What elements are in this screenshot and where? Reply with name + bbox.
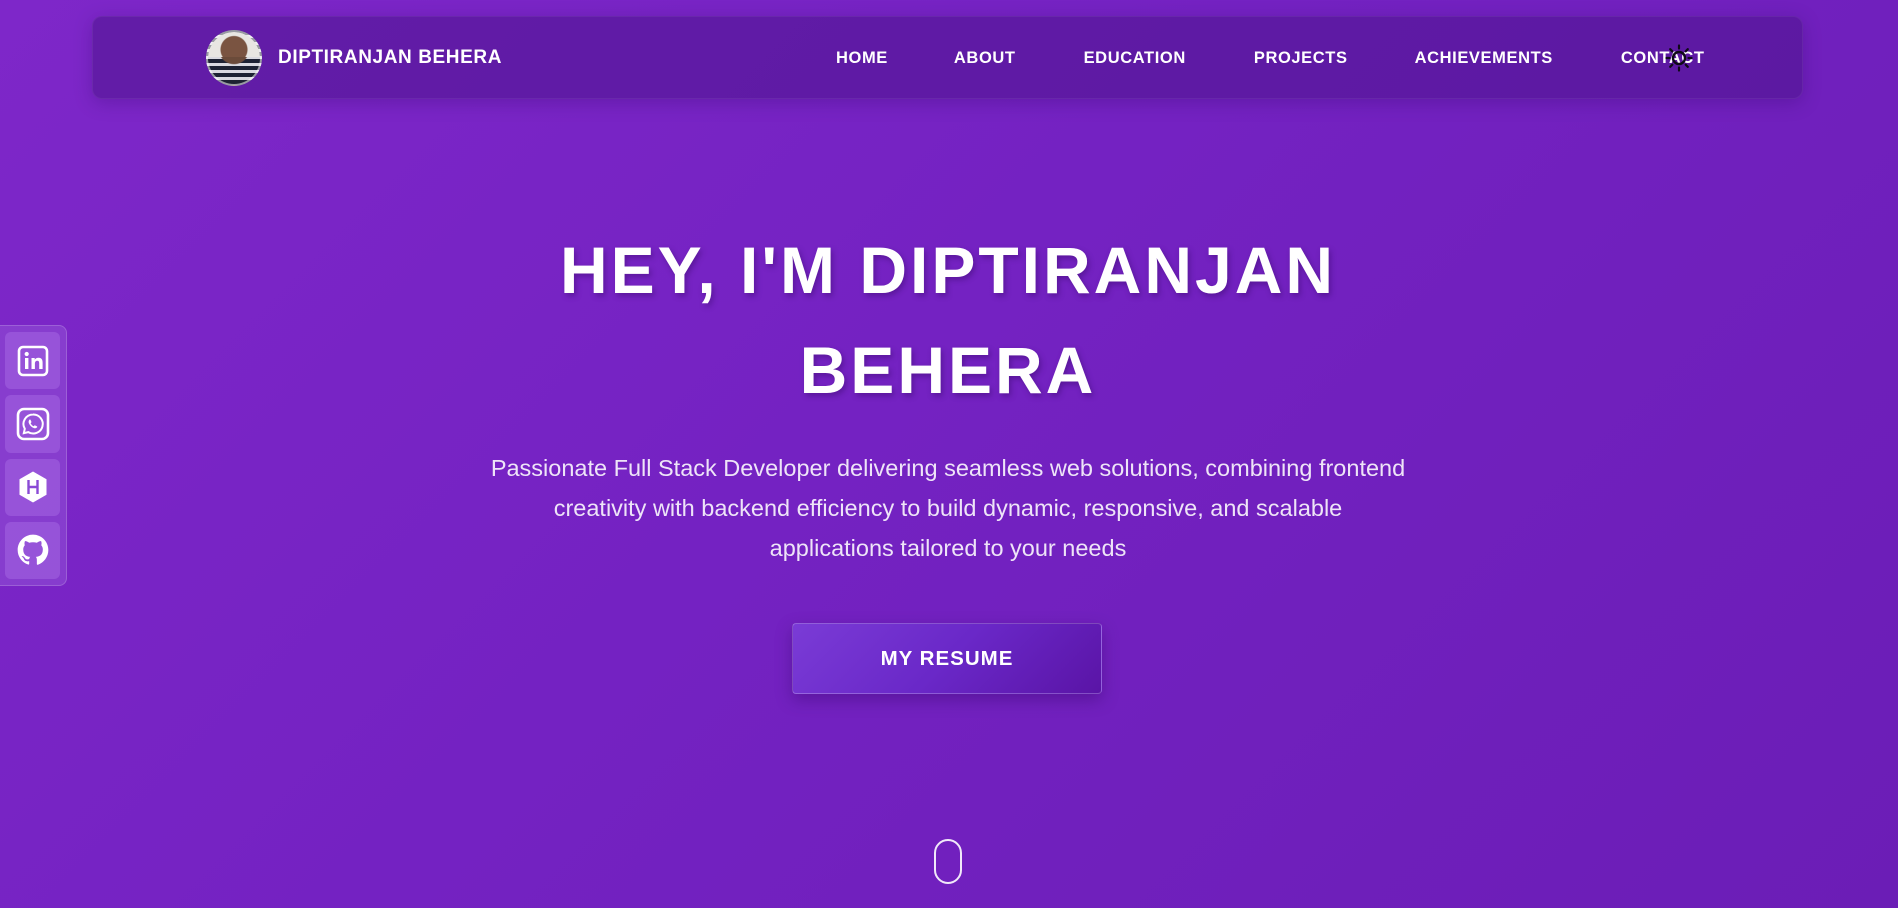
brand[interactable]: DIPTIRANJAN BEHERA xyxy=(206,30,502,86)
hero-title: HEY, I'M DIPTIRANJAN BEHERA xyxy=(0,220,1896,420)
resume-button[interactable]: MY RESUME xyxy=(792,623,1102,694)
nav-link-projects[interactable]: PROJECTS xyxy=(1254,49,1348,68)
hero-title-line-1: HEY, I'M DIPTIRANJAN xyxy=(559,233,1337,307)
hackerrank-button[interactable] xyxy=(5,458,60,516)
navbar: DIPTIRANJAN BEHERA HOME ABOUT EDUCATION … xyxy=(92,16,1803,99)
hero-subtitle-line-1: Passionate Full Stack Developer deliveri… xyxy=(490,455,1406,481)
nav-link-achievements[interactable]: ACHIEVEMENTS xyxy=(1415,49,1553,68)
sun-icon[interactable] xyxy=(1665,44,1693,72)
github-icon xyxy=(17,535,48,566)
hackerrank-icon xyxy=(19,471,46,503)
nav-link-education[interactable]: EDUCATION xyxy=(1084,49,1186,68)
hero-subtitle-line-3: applications tailored to your needs xyxy=(769,535,1127,561)
github-button[interactable] xyxy=(5,521,60,579)
avatar xyxy=(206,30,262,86)
nav-link-about[interactable]: ABOUT xyxy=(954,49,1016,68)
hero-title-line-2: BEHERA xyxy=(799,333,1097,407)
hero-subtitle: Passionate Full Stack Developer deliveri… xyxy=(490,448,1406,568)
hero-subtitle-line-2: creativity with backend efficiency to bu… xyxy=(553,495,1343,521)
nav-link-home[interactable]: HOME xyxy=(836,49,888,68)
nav-links: HOME ABOUT EDUCATION PROJECTS ACHIEVEMEN… xyxy=(744,17,1705,100)
brand-name: DIPTIRANJAN BEHERA xyxy=(278,47,503,68)
scroll-down-icon[interactable] xyxy=(934,839,962,884)
